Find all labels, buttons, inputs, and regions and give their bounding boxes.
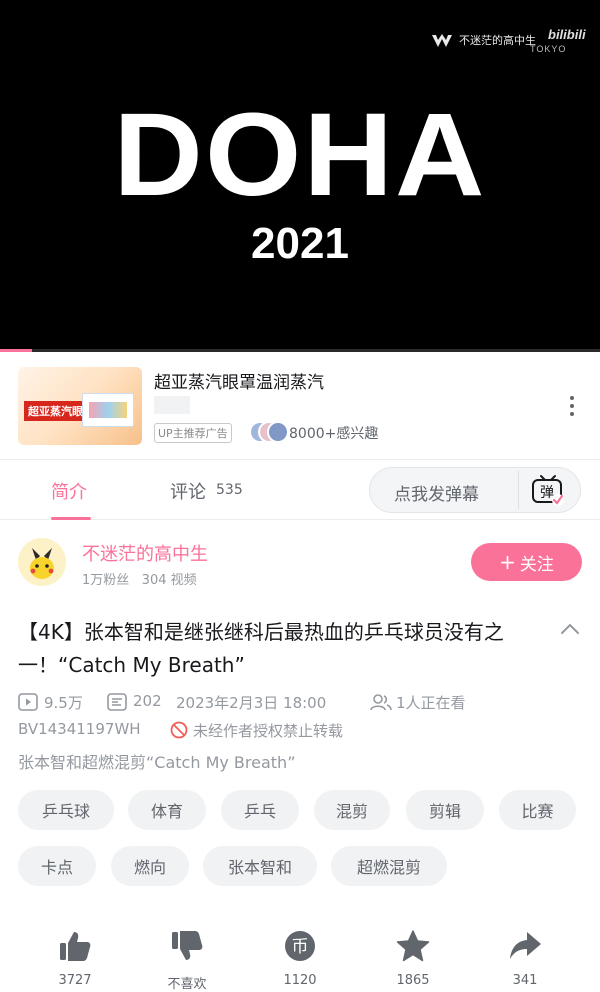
danmaku-count-icon (107, 693, 127, 711)
tag-chip[interactable]: 比赛 (499, 790, 576, 830)
video-description: 张本智和超燃混剪“Catch My Breath” (18, 753, 296, 772)
tag-chip[interactable]: 卡点 (18, 846, 96, 886)
uploader-stats: 1万粉丝 304 视频 (82, 573, 197, 588)
danmaku-icon-char: 弹 (540, 485, 554, 501)
bvid[interactable]: BV14341197WH (18, 720, 141, 738)
video-title: 【4K】张本智和是继张继科后最热血的乒乓球员没有之一！“Catch My Bre… (18, 620, 504, 677)
video-title-text: DOHA (113, 89, 487, 221)
thumbs-up-icon (60, 932, 91, 961)
no-repost-notice: 未经作者授权禁止转载 (193, 722, 344, 740)
tab-comments-count[interactable]: 535 (216, 482, 243, 498)
like-button[interactable] (45, 930, 105, 962)
follow-button[interactable]: + 关注 (471, 543, 582, 581)
dislike-label: 不喜欢 (167, 977, 207, 992)
more-options-icon[interactable] (566, 396, 578, 418)
dislike-button[interactable] (157, 930, 217, 962)
danmaku-count: 202 (133, 692, 162, 710)
chevron-up-icon[interactable] (560, 622, 580, 636)
ad-interest-avatars (249, 421, 289, 443)
follow-plus-icon: + (499, 550, 516, 574)
ad-subtitle-placeholder (154, 396, 190, 414)
like-count: 3727 (58, 973, 92, 988)
star-icon (396, 930, 430, 962)
coin-count: 1120 (283, 973, 317, 988)
tag-chip[interactable]: 乒乓球 (18, 790, 114, 830)
share-arrow-icon (510, 932, 541, 959)
tag-chip[interactable]: 燃向 (111, 846, 189, 886)
uploader-name[interactable]: 不迷茫的高中生 (82, 540, 208, 566)
coin-icon: 币 (285, 931, 315, 961)
pikachu-avatar-icon (18, 538, 66, 586)
video-year-text: 2021 (251, 219, 349, 268)
favorite-count: 1865 (396, 973, 430, 988)
coin-char: 币 (292, 937, 309, 957)
watermark-author: 不迷茫的高中生 (459, 34, 536, 47)
watermark-logo-icon (432, 34, 452, 47)
tag-chip[interactable]: 混剪 (314, 790, 390, 830)
danmaku-placeholder[interactable]: 点我发弹幕 (394, 480, 479, 505)
ad-title[interactable]: 超亚蒸汽眼罩温润蒸汽 (154, 368, 324, 393)
tag-chip[interactable]: 剪辑 (406, 790, 484, 830)
watermark-brand: bilibili (548, 27, 586, 42)
thumbs-down-icon (172, 931, 203, 960)
ad-interest-count: 8000+感兴趣 (289, 426, 379, 442)
watching-now: 1人正在看 (396, 694, 466, 712)
share-button[interactable] (495, 930, 555, 962)
tab-intro[interactable]: 简介 (51, 478, 87, 504)
tab-comments[interactable]: 评论 (170, 478, 206, 504)
avatar (267, 421, 289, 443)
watermark-tokyo: TOKYO (530, 44, 567, 54)
watching-icon (370, 694, 392, 711)
danmaku-toggle-icon[interactable]: 弹 (531, 474, 565, 506)
tag-chip[interactable]: 张本智和 (203, 846, 317, 886)
publish-date: 2023年2月3日 18:00 (176, 694, 327, 712)
share-count: 341 (512, 973, 538, 988)
tag-chip[interactable]: 超燃混剪 (331, 846, 447, 886)
ad-product-box (82, 393, 134, 427)
play-count-icon (18, 693, 38, 711)
tab-active-indicator (51, 517, 91, 520)
video-player[interactable]: 不迷茫的高中生 bilibili TOKYO DOHA 2021 (0, 0, 600, 352)
divider (518, 471, 519, 509)
tag-chip[interactable]: 体育 (128, 790, 206, 830)
play-count: 9.5万 (44, 694, 83, 712)
ad-badge: UP主推荐广告 (154, 423, 232, 443)
follow-label: 关注 (519, 554, 554, 575)
tag-chip[interactable]: 乒乓 (221, 790, 299, 830)
no-repost-icon (170, 721, 188, 739)
ad-thumbnail[interactable]: 超亚蒸汽眼罩 (18, 367, 142, 445)
coin-button[interactable]: 币 (270, 930, 330, 962)
favorite-button[interactable] (383, 930, 443, 962)
uploader-avatar[interactable] (18, 538, 66, 586)
